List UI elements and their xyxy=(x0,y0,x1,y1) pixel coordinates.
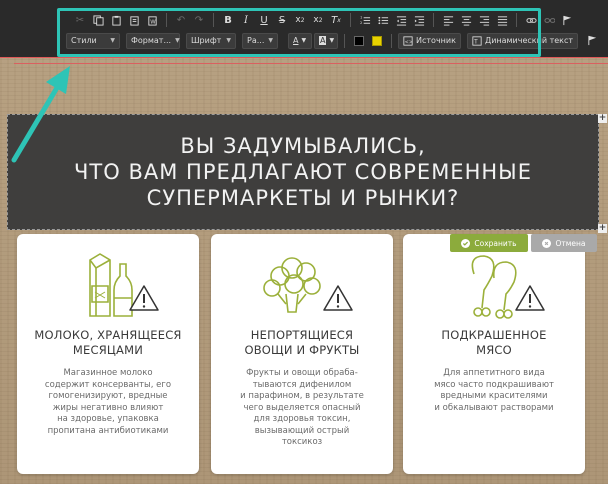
headline-block[interactable]: ВЫ ЗАДУМЫВАЛИСЬ, ЧТО ВАМ ПРЕДЛАГАЮТ СОВР… xyxy=(7,114,599,230)
add-block-icon[interactable]: + xyxy=(598,114,607,123)
save-label: Сохранить xyxy=(474,238,517,248)
card-description: Магазинное молоко содержит консерванты, … xyxy=(44,368,172,436)
card-description: Для аппетитного вида мясо часто подкраши… xyxy=(434,368,554,413)
save-button[interactable]: Сохранить xyxy=(450,234,528,252)
broccoli-icon xyxy=(263,257,353,313)
unlink-icon[interactable] xyxy=(541,12,557,28)
toolbar-highlight-frame xyxy=(57,8,541,57)
close-icon xyxy=(542,238,552,248)
warning-icon xyxy=(323,285,353,311)
card-title: МОЛОКО, ХРАНЯЩЕЕСЯ МЕСЯЦАМИ xyxy=(34,328,182,357)
headline-text[interactable]: ВЫ ЗАДУМЫВАЛИСЬ, ЧТО ВАМ ПРЕДЛАГАЮТ СОВР… xyxy=(74,133,532,211)
warning-icon xyxy=(129,285,159,311)
add-block-icon[interactable]: + xyxy=(598,224,607,233)
card-vegetables: НЕПОРТЯЩИЕСЯ ОВОЩИ И ФРУКТЫ Фрукты и ово… xyxy=(211,234,393,474)
card-title: ПОДКРАШЕННОЕ МЯСО xyxy=(441,328,547,357)
card-milk: МОЛОКО, ХРАНЯЩЕЕСЯ МЕСЯЦАМИ Магазинное м… xyxy=(17,234,199,474)
flag-icon[interactable] xyxy=(584,33,600,49)
cancel-label: Отмена xyxy=(555,238,586,248)
card-meat: ПОДКРАШЕННОЕ МЯСО Для аппетитного вида м… xyxy=(403,234,585,474)
check-icon xyxy=(461,238,471,248)
editor-boundary-line xyxy=(14,63,608,64)
anchor-flag-icon[interactable] xyxy=(559,12,575,28)
card-description: Фрукты и овощи обраба- тываются дифенило… xyxy=(240,368,364,447)
cancel-button[interactable]: Отмена xyxy=(531,234,597,252)
warning-icon xyxy=(515,285,545,311)
meat-drumstick-icon xyxy=(471,255,545,319)
milk-bottle-icon xyxy=(89,253,159,317)
card-title: НЕПОРТЯЩИЕСЯ ОВОЩИ И ФРУКТЫ xyxy=(244,328,360,357)
